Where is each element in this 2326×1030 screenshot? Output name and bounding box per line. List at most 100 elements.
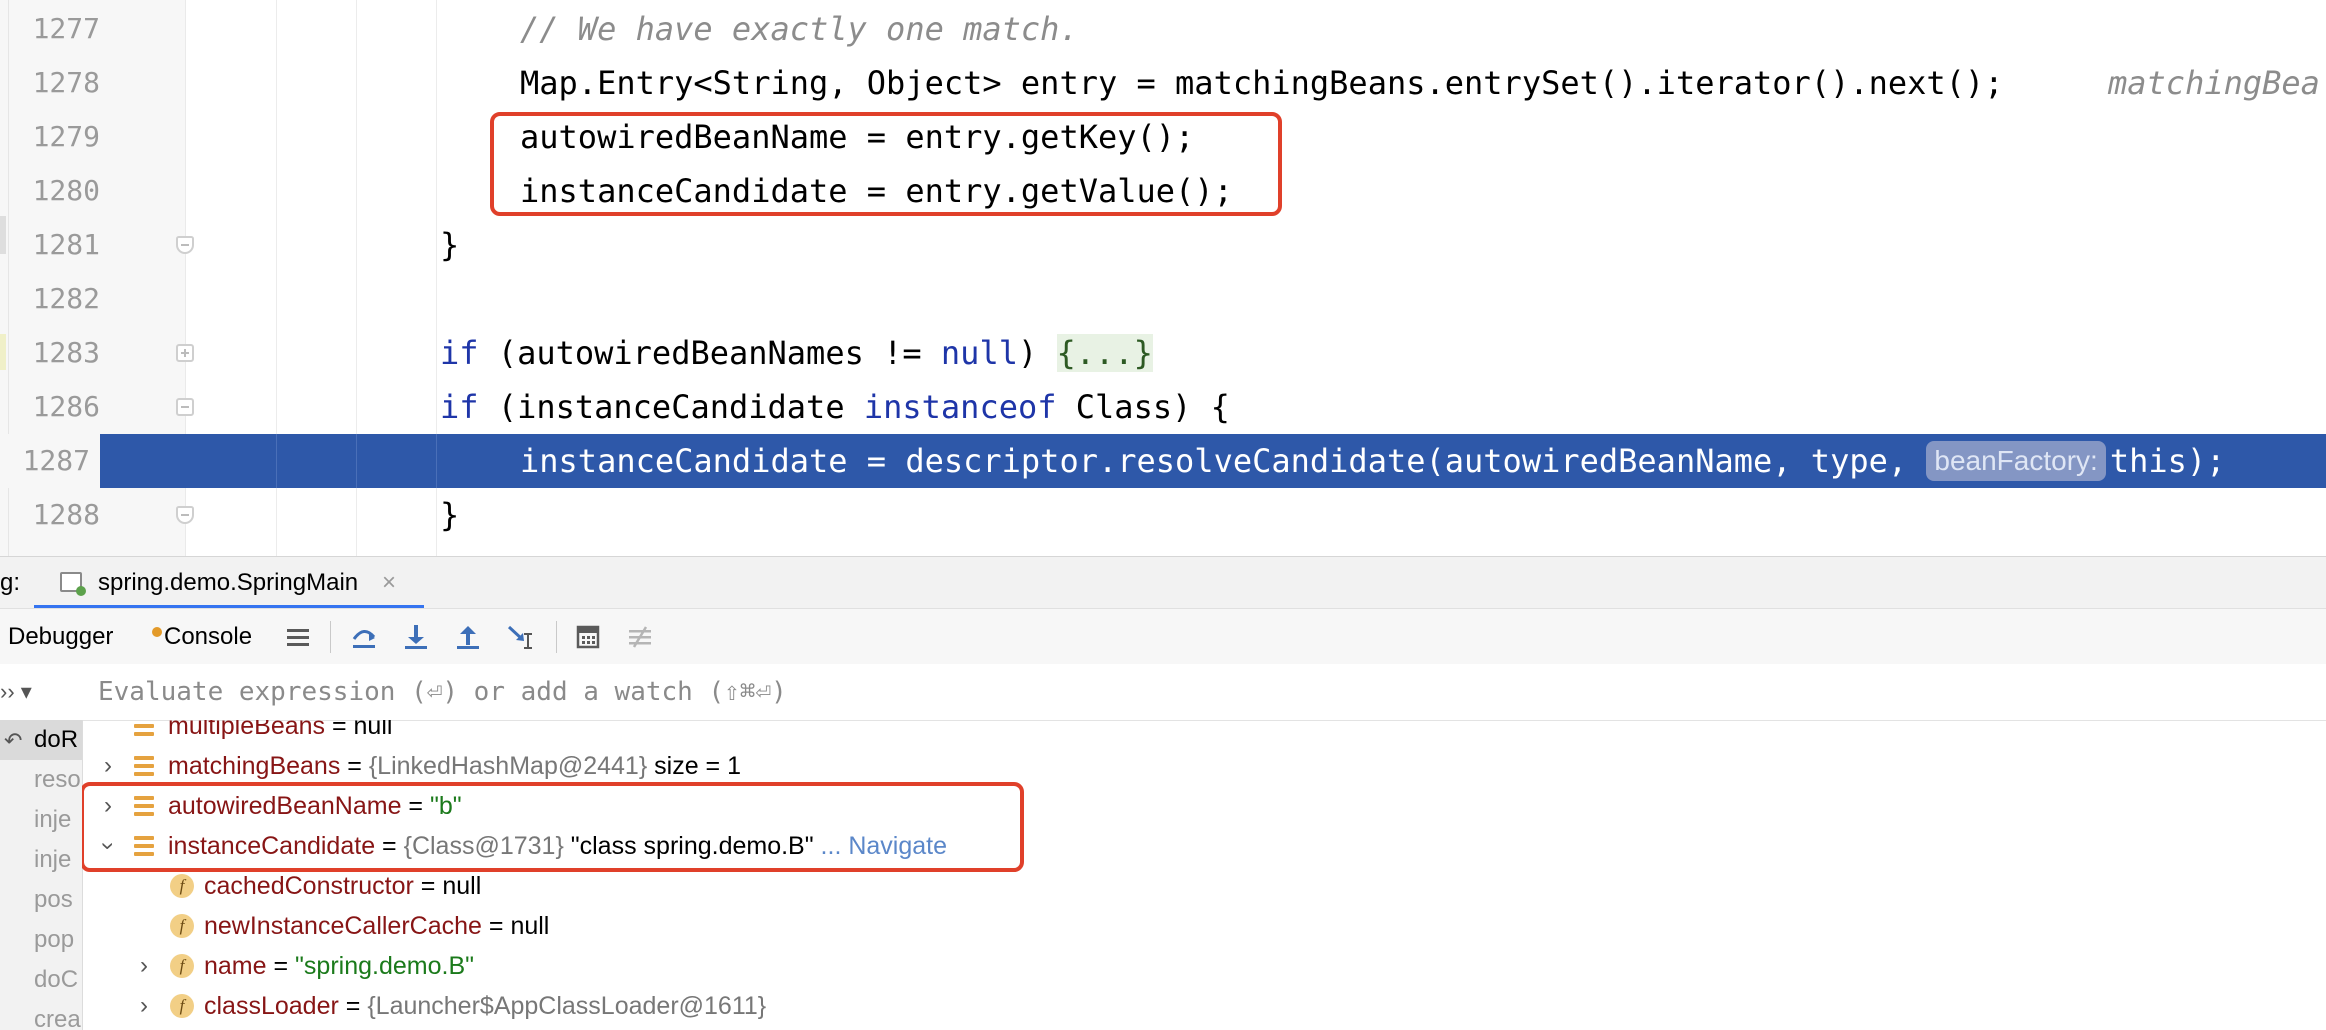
code-line: 1278 Map.Entry<String, Object> entry = m…	[0, 56, 2326, 110]
field-icon: f	[170, 874, 194, 898]
code-fragment: instanceCandidate = descriptor.resolveCa…	[520, 442, 1927, 480]
field-stack-icon	[134, 756, 154, 776]
folded-region[interactable]: {...}	[1056, 334, 1153, 372]
variable-row[interactable]: f newInstanceCallerCache = null	[82, 906, 2326, 946]
toolbar-separator	[330, 621, 331, 653]
code-text: Map.Entry<String, Object> entry = matchi…	[520, 64, 2004, 102]
indent-guide	[276, 434, 277, 488]
variables-view-options[interactable]: ›› ▾	[0, 664, 32, 720]
variable-value: null	[353, 720, 393, 740]
frame-item[interactable]: inje	[34, 840, 71, 880]
fold-end-icon[interactable]	[176, 506, 194, 524]
evaluate-expression-bar: ›› ▾ Evaluate expression (⏎) or add a wa…	[0, 664, 2326, 721]
variable-name: classLoader	[204, 992, 339, 1020]
variable-type: {LinkedHashMap@2441}	[368, 752, 648, 780]
step-into-icon[interactable]	[402, 623, 430, 651]
expand-arrow-icon[interactable]: ›	[98, 746, 118, 786]
line-number: 1279	[32, 120, 100, 153]
variable-row[interactable]: › f classLoader = {Launcher$AppClassLoad…	[82, 986, 2326, 1026]
step-over-icon[interactable]	[350, 623, 378, 651]
code-text: if (instanceCandidate instanceof Class) …	[440, 380, 1230, 434]
run-config-icon	[60, 572, 86, 596]
frame-return-icon: ↶	[4, 728, 23, 753]
code-editor[interactable]: 1277 // We have exactly one match. 1278 …	[0, 0, 2326, 556]
fold-end-icon[interactable]	[176, 236, 194, 254]
close-tab-icon[interactable]: ×	[382, 557, 396, 609]
expand-arrow-icon[interactable]: ›	[134, 986, 154, 1026]
variable-equals: =	[481, 912, 511, 940]
line-number: 1281	[32, 228, 100, 261]
variable-value: size = 1	[647, 752, 741, 780]
code-line: 1277 // We have exactly one match.	[0, 2, 2326, 56]
frame-item[interactable]: doR	[34, 720, 78, 760]
code-line: 1281 }	[0, 218, 2326, 272]
highlight-box	[82, 782, 1024, 872]
field-stack-icon	[134, 720, 154, 736]
inline-value-hint: matchingBea	[2108, 64, 2320, 102]
variable-row[interactable]: f cachedConstructor = null	[82, 866, 2326, 906]
variable-string-value: "spring.demo.B"	[295, 952, 474, 980]
variable-equals: =	[266, 952, 296, 980]
code-fragment: Class) {	[1056, 388, 1230, 426]
line-number: 1277	[32, 12, 100, 45]
frame-item[interactable]: inje	[34, 800, 71, 840]
variable-row[interactable]: › f name = "spring.demo.B"	[82, 946, 2326, 986]
step-out-icon[interactable]	[454, 623, 482, 651]
field-icon: f	[170, 954, 194, 978]
tab-debugger[interactable]: Debugger	[8, 609, 113, 665]
keyword: null	[940, 334, 1018, 372]
variables-tree: multipleBeans = null › matchingBeans = {…	[82, 720, 2326, 1030]
toolbar-separator	[556, 621, 557, 653]
console-status-icon	[152, 627, 162, 637]
variable-value: null	[442, 872, 482, 900]
highlight-box	[490, 112, 1282, 216]
code-text: if (autowiredBeanNames != null) {...}	[440, 326, 1153, 380]
frame-item[interactable]: crea	[34, 1000, 81, 1030]
keyword: if	[440, 388, 479, 426]
evaluate-icon[interactable]	[574, 623, 602, 651]
code-text: }	[440, 226, 460, 264]
code-fragment: this);	[2109, 442, 2226, 480]
evaluate-expression-input[interactable]: Evaluate expression (⏎) or add a watch (…	[98, 664, 787, 720]
field-icon: f	[170, 994, 194, 1018]
variable-name: name	[204, 952, 267, 980]
keyword: if	[440, 334, 479, 372]
line-number: 1282	[32, 282, 100, 315]
code-line: 1283 if (autowiredBeanNames != null) {..…	[0, 326, 2326, 380]
field-icon: f	[170, 914, 194, 938]
variable-equals: =	[340, 752, 369, 780]
threads-menu-icon[interactable]	[284, 623, 312, 651]
tab-console-label: Console	[164, 623, 253, 650]
variable-equals: =	[338, 992, 368, 1020]
variable-row[interactable]: multipleBeans = null	[82, 720, 2326, 746]
frame-item[interactable]: reso	[34, 760, 81, 800]
debug-tab-bar: g: spring.demo.SpringMain ×	[0, 556, 2326, 609]
indent-guide	[436, 434, 437, 488]
debugger-toolbar: Debugger Console	[0, 608, 2326, 666]
line-number: 1286	[32, 390, 100, 423]
variable-row[interactable]: › matchingBeans = {LinkedHashMap@2441} s…	[82, 746, 2326, 786]
frame-item[interactable]: doC	[34, 960, 78, 1000]
variable-equals: =	[325, 720, 354, 740]
frames-list: ↶ doR reso inje inje pos pop doC crea	[0, 720, 83, 1030]
variable-name: matchingBeans	[168, 752, 341, 780]
parameter-hint: beanFactory:	[1926, 441, 2106, 481]
code-text: instanceCandidate = descriptor.resolveCa…	[520, 434, 2225, 488]
code-fragment: )	[1017, 334, 1057, 372]
trace-icon[interactable]	[626, 623, 654, 651]
fold-expand-icon[interactable]	[176, 344, 194, 362]
run-to-cursor-icon[interactable]	[506, 623, 534, 651]
variable-name: newInstanceCallerCache	[204, 912, 482, 940]
frame-item[interactable]: pop	[34, 920, 74, 960]
line-number: 1280	[32, 174, 100, 207]
fold-collapse-icon[interactable]	[176, 398, 194, 416]
tab-console[interactable]: Console	[150, 609, 270, 665]
expand-arrow-icon[interactable]: ›	[134, 946, 154, 986]
variable-equals: =	[413, 872, 443, 900]
frame-item[interactable]: pos	[34, 880, 73, 920]
current-execution-line: 1287 instanceCandidate = descriptor.reso…	[0, 434, 2326, 488]
variable-name: multipleBeans	[168, 720, 326, 740]
run-tab-label: spring.demo.SpringMain	[98, 569, 359, 596]
line-number: 1288	[32, 498, 100, 531]
tool-window-title: g:	[0, 569, 21, 596]
